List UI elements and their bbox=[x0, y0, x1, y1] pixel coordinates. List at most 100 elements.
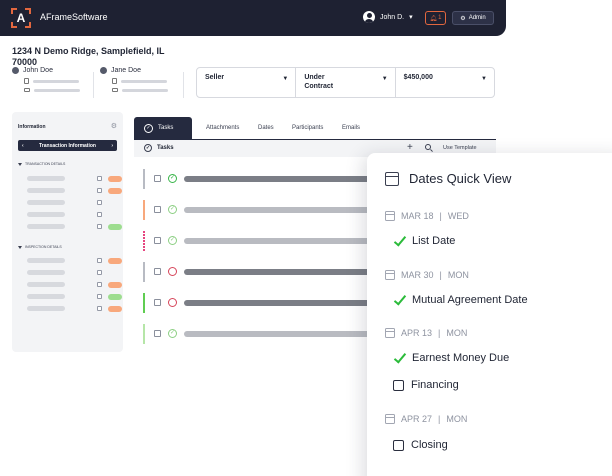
top-navigation-bar: A AFrameSoftware John D. ▾ 🔔︎ 1 ⚙ Admin bbox=[0, 0, 506, 36]
checkbox[interactable] bbox=[154, 330, 161, 337]
checkbox[interactable] bbox=[393, 379, 404, 391]
tab-emails[interactable]: Emails bbox=[342, 117, 360, 139]
tab-attachments[interactable]: Attachments bbox=[206, 117, 239, 139]
checkbox[interactable] bbox=[97, 258, 102, 263]
phone-placeholder bbox=[121, 79, 167, 83]
date-item[interactable]: Mutual Agreement Date bbox=[393, 294, 528, 306]
task-row[interactable]: ✓ bbox=[143, 200, 373, 220]
section-header-transaction[interactable]: TRANSACTION DETAILS bbox=[18, 162, 65, 166]
checkbox[interactable] bbox=[97, 176, 102, 181]
checkbox[interactable] bbox=[97, 270, 102, 275]
checkbox[interactable] bbox=[393, 439, 404, 451]
user-menu[interactable]: John D. ▾ bbox=[363, 11, 413, 23]
notifications-button[interactable]: 🔔︎ 1 bbox=[425, 11, 446, 25]
checkbox[interactable] bbox=[154, 268, 161, 275]
email-placeholder bbox=[122, 88, 168, 92]
use-template-button[interactable]: Use Template bbox=[443, 145, 477, 151]
date-item[interactable]: Earnest Money Due bbox=[393, 352, 509, 364]
divider bbox=[183, 72, 184, 98]
section-selector[interactable]: ‹ Transaction Information › bbox=[18, 140, 117, 151]
task-row[interactable] bbox=[143, 262, 373, 282]
party-card: John Doe bbox=[12, 67, 80, 92]
field-placeholder bbox=[27, 212, 65, 217]
dates-quick-view-header: Dates Quick View bbox=[385, 171, 511, 186]
checkbox[interactable] bbox=[97, 282, 102, 287]
field-placeholder bbox=[27, 270, 65, 275]
task-row[interactable] bbox=[143, 293, 373, 313]
checkbox[interactable] bbox=[97, 294, 102, 299]
status-dropdown[interactable]: Under Contract ▼ bbox=[296, 68, 396, 97]
priority-indicator bbox=[143, 293, 145, 313]
task-row[interactable]: ✓ bbox=[143, 324, 373, 344]
field-placeholder bbox=[27, 282, 65, 287]
check-circle-icon: ✓ bbox=[144, 144, 152, 152]
task-row[interactable]: ✓ bbox=[143, 231, 373, 251]
field-placeholder bbox=[27, 306, 65, 311]
party-card: Jane Doe bbox=[100, 67, 168, 92]
user-avatar-icon bbox=[363, 11, 375, 23]
chevron-left-icon[interactable]: ‹ bbox=[22, 143, 24, 149]
email-placeholder bbox=[34, 88, 80, 92]
priority-indicator bbox=[143, 324, 145, 344]
section-header-inspection[interactable]: INSPECTION DETAILS bbox=[18, 245, 62, 249]
date-group-header: MAR 18 | WED bbox=[385, 211, 469, 221]
tab-dates[interactable]: Dates bbox=[258, 117, 274, 139]
phone-placeholder bbox=[33, 79, 79, 83]
check-circle-icon: ✓ bbox=[168, 329, 177, 338]
checkbox[interactable] bbox=[154, 299, 161, 306]
price-dropdown[interactable]: $450,000 ▼ bbox=[396, 68, 494, 97]
date-item[interactable]: Financing bbox=[393, 379, 459, 391]
checkbox[interactable] bbox=[97, 200, 102, 205]
task-name-placeholder bbox=[184, 300, 373, 306]
checkbox[interactable] bbox=[154, 175, 161, 182]
search-icon[interactable] bbox=[425, 144, 431, 150]
date-item[interactable]: List Date bbox=[393, 235, 455, 247]
bell-icon: 🔔︎ bbox=[429, 15, 438, 22]
overdue-status-icon bbox=[168, 298, 177, 307]
calendar-icon bbox=[385, 328, 395, 338]
check-icon bbox=[393, 294, 405, 306]
dates-quick-view-card: Dates Quick View MAR 18 | WED List Date MA… bbox=[367, 153, 612, 476]
status-pill bbox=[108, 223, 122, 230]
priority-indicator bbox=[143, 169, 145, 189]
checkbox[interactable] bbox=[154, 237, 161, 244]
task-name-placeholder bbox=[184, 238, 373, 244]
task-row[interactable]: ✓ bbox=[143, 169, 373, 189]
status-pill bbox=[108, 281, 122, 288]
app-screen: A AFrameSoftware John D. ▾ 🔔︎ 1 ⚙ Admin … bbox=[0, 0, 612, 476]
checkbox[interactable] bbox=[97, 306, 102, 311]
role-dropdown[interactable]: Seller ▼ bbox=[197, 68, 297, 97]
check-circle-icon: ✓ bbox=[168, 174, 177, 183]
person-icon bbox=[12, 67, 19, 74]
gear-icon[interactable]: ⚙ bbox=[111, 122, 117, 130]
field-placeholder bbox=[27, 294, 65, 299]
date-item[interactable]: Closing bbox=[393, 439, 448, 451]
info-field-row bbox=[27, 305, 122, 312]
user-name: John D. bbox=[380, 13, 405, 21]
calendar-icon bbox=[385, 211, 395, 221]
aframe-logo-icon[interactable]: A bbox=[11, 8, 31, 28]
date-group-header: MAR 30 | MON bbox=[385, 270, 469, 280]
task-name-placeholder bbox=[184, 176, 373, 182]
field-placeholder bbox=[27, 188, 65, 193]
party-name: Jane Doe bbox=[111, 67, 141, 74]
checkbox[interactable] bbox=[97, 212, 102, 217]
chevron-down-icon: ▾ bbox=[409, 14, 413, 21]
field-placeholder bbox=[27, 176, 65, 181]
checkbox[interactable] bbox=[97, 224, 102, 229]
admin-button[interactable]: ⚙ Admin bbox=[452, 11, 494, 25]
info-field-row bbox=[27, 223, 122, 230]
task-name-placeholder bbox=[184, 269, 373, 275]
status-pill bbox=[108, 305, 122, 312]
add-task-icon[interactable]: + bbox=[407, 142, 413, 153]
checkbox[interactable] bbox=[97, 188, 102, 193]
info-field-row bbox=[27, 200, 102, 205]
info-field-row bbox=[27, 212, 102, 217]
calendar-icon bbox=[385, 270, 395, 280]
checkbox[interactable] bbox=[154, 206, 161, 213]
tab-participants[interactable]: Participants bbox=[292, 117, 323, 139]
chevron-right-icon[interactable]: › bbox=[111, 143, 113, 149]
tab-tasks[interactable]: ✓ Tasks bbox=[134, 117, 192, 139]
information-panel: Information ⚙ ‹ Transaction Information … bbox=[12, 112, 123, 352]
tab-bar: ✓ Tasks Attachments Dates Participants E… bbox=[134, 117, 496, 139]
